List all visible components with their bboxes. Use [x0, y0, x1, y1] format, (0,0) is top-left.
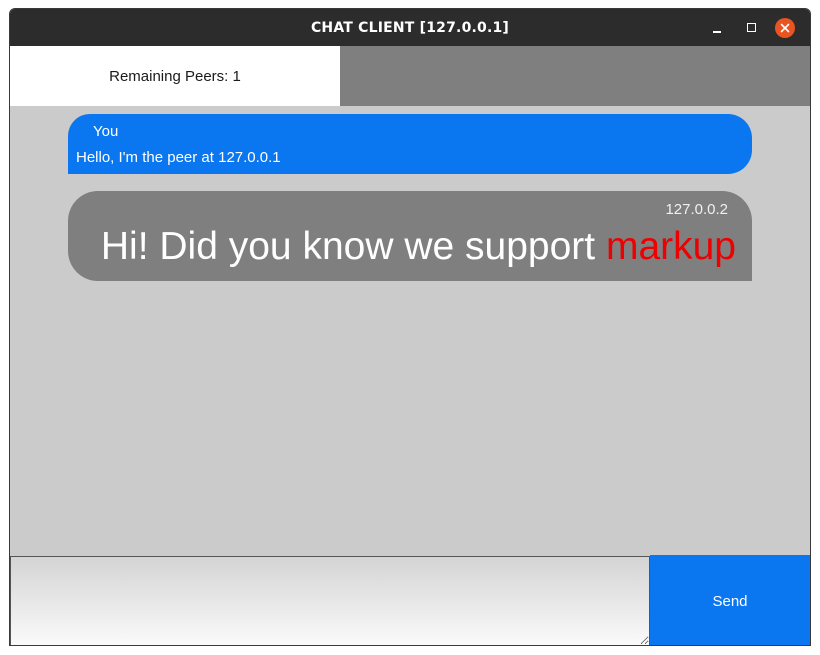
send-button[interactable]: Send	[650, 555, 810, 645]
message-sender: 127.0.0.2	[665, 201, 728, 218]
message-list[interactable]: You Hello, I'm the peer at 127.0.0.1 127…	[10, 106, 810, 555]
message-sender: You	[93, 123, 119, 140]
remaining-peers-label: Remaining Peers: 1	[10, 46, 340, 106]
title-bar[interactable]: CHAT CLIENT [127.0.0.1]	[10, 9, 810, 46]
message-bubble-peer: 127.0.0.2 Hi! Did you know we support ma…	[68, 191, 752, 281]
close-icon	[775, 17, 795, 38]
message-text-markup: markup	[605, 225, 736, 268]
message-text-plain: Hi! Did you know we support	[100, 225, 606, 268]
chat-window: CHAT CLIENT [127.0.0.1] Remaining Peers:…	[9, 8, 811, 646]
minimize-icon	[713, 30, 721, 33]
message-input[interactable]	[10, 556, 650, 645]
message-text: Hello, I'm the peer at 127.0.0.1	[76, 149, 281, 166]
message-text: Hi! Did you know we support markup	[101, 225, 736, 269]
window-title: CHAT CLIENT [127.0.0.1]	[310, 19, 510, 36]
status-bar-filler	[340, 46, 810, 106]
close-button[interactable]	[768, 9, 802, 46]
window-controls	[700, 9, 802, 46]
maximize-button[interactable]	[734, 9, 768, 46]
composer: Send	[10, 555, 810, 645]
message-bubble-own: You Hello, I'm the peer at 127.0.0.1	[68, 114, 752, 174]
status-bar: Remaining Peers: 1	[10, 46, 810, 106]
minimize-button[interactable]	[700, 9, 734, 46]
maximize-icon	[746, 23, 756, 32]
